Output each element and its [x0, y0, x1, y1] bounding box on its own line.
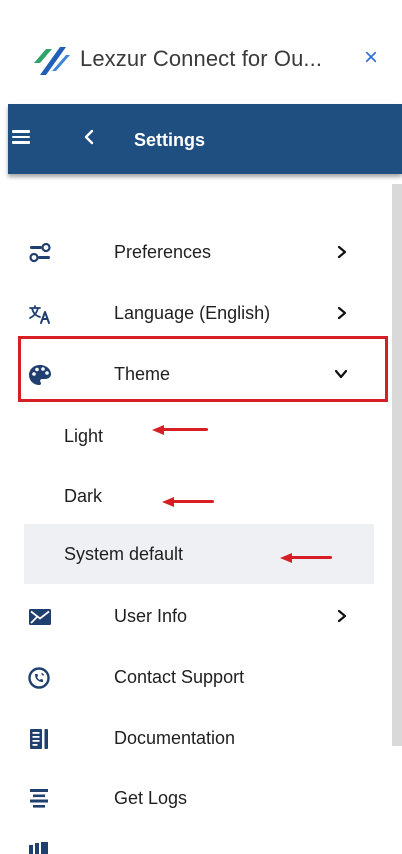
- close-button[interactable]: ×: [360, 45, 382, 71]
- menu-item-theme[interactable]: Theme: [24, 354, 376, 394]
- back-chevron-icon[interactable]: [80, 126, 98, 148]
- lexzur-logo-icon: [34, 47, 70, 75]
- translate-icon: [29, 305, 50, 324]
- menu-item-documentation[interactable]: Documentation: [24, 718, 376, 758]
- menu-item-language[interactable]: Language (English): [24, 293, 376, 333]
- addin-title-bar: Lexzur Connect for Ou... ×: [0, 0, 402, 104]
- menu-item-contact-support[interactable]: Contact Support: [24, 657, 376, 697]
- theme-option-light[interactable]: Light: [24, 406, 374, 466]
- menu-item-label: Contact Support: [114, 667, 245, 687]
- menu-item-label: Language (English): [114, 303, 271, 323]
- envelope-icon: [29, 609, 51, 625]
- logs-icon: [30, 789, 48, 808]
- menu-item-get-logs[interactable]: Get Logs: [24, 778, 376, 818]
- document-icon: [30, 729, 48, 749]
- menu-item-user-info[interactable]: User Info: [24, 596, 376, 636]
- chevron-right-icon: [337, 609, 347, 623]
- theme-option-system-default[interactable]: System default: [24, 524, 374, 584]
- menu-item-label: Documentation: [114, 728, 236, 748]
- menu-item-preferences[interactable]: Preferences: [24, 232, 376, 272]
- preferences-toggle-icon: [29, 242, 51, 263]
- page-title: Settings: [134, 130, 206, 150]
- menu-item-label: Theme: [114, 364, 171, 384]
- phone-support-icon: [28, 667, 50, 689]
- settings-header: Settings: [8, 104, 402, 174]
- palette-icon: [29, 365, 51, 385]
- chevron-down-icon: [334, 369, 348, 379]
- partial-menu-icon: [29, 842, 48, 854]
- theme-option-label: Dark: [64, 486, 103, 506]
- menu-item-label: User Info: [114, 606, 188, 626]
- theme-option-label: System default: [64, 544, 184, 564]
- chevron-right-icon: [337, 245, 347, 259]
- scrollbar[interactable]: [392, 184, 402, 746]
- app-title: Lexzur Connect for Ou...: [80, 46, 323, 71]
- menu-item-label: Preferences: [114, 242, 212, 262]
- theme-option-dark[interactable]: Dark: [24, 466, 374, 526]
- hamburger-menu-icon[interactable]: [12, 130, 30, 144]
- chevron-right-icon: [337, 306, 347, 320]
- menu-item-label: Get Logs: [114, 788, 188, 808]
- theme-option-label: Light: [64, 426, 104, 446]
